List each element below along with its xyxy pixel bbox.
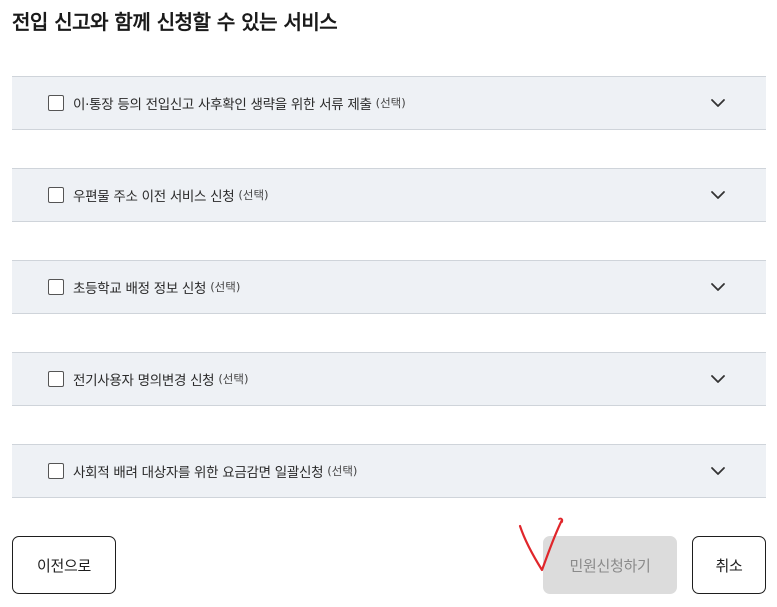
service-item-mail-forwarding[interactable]: 우편물 주소 이전 서비스 신청 (선택) (12, 168, 766, 222)
service-item-label: 이·통장 등의 전입신고 사후확인 생략을 위한 서류 제출 (73, 97, 372, 113)
optional-tag: (선택) (327, 464, 358, 478)
prev-button[interactable]: 이전으로 (12, 536, 116, 594)
optional-tag: (선택) (375, 96, 406, 110)
optional-tag: (선택) (210, 280, 241, 294)
cancel-button[interactable]: 취소 (692, 536, 766, 594)
checkbox[interactable] (48, 187, 64, 203)
service-item-resident-check[interactable]: 이·통장 등의 전입신고 사후확인 생략을 위한 서류 제출 (선택) (12, 76, 766, 130)
chevron-down-icon[interactable] (710, 463, 726, 479)
optional-tag: (선택) (218, 372, 249, 386)
chevron-down-icon[interactable] (710, 371, 726, 387)
service-item-electricity-transfer[interactable]: 전기사용자 명의변경 신청 (선택) (12, 352, 766, 406)
checkbox[interactable] (48, 279, 64, 295)
service-item-school-assignment[interactable]: 초등학교 배정 정보 신청 (선택) (12, 260, 766, 314)
chevron-down-icon[interactable] (710, 95, 726, 111)
service-item-label: 초등학교 배정 정보 신청 (73, 281, 207, 297)
apply-button[interactable]: 민원신청하기 (543, 536, 677, 594)
page-title: 전입 신고와 함께 신청할 수 있는 서비스 (12, 10, 338, 34)
checkbox[interactable] (48, 95, 64, 111)
service-item-label: 우편물 주소 이전 서비스 신청 (73, 189, 235, 205)
checkbox[interactable] (48, 371, 64, 387)
chevron-down-icon[interactable] (710, 279, 726, 295)
service-item-label: 사회적 배려 대상자를 위한 요금감면 일괄신청 (73, 465, 324, 481)
checkbox[interactable] (48, 463, 64, 479)
service-item-fee-reduction[interactable]: 사회적 배려 대상자를 위한 요금감면 일괄신청 (선택) (12, 444, 766, 498)
chevron-down-icon[interactable] (710, 187, 726, 203)
service-item-label: 전기사용자 명의변경 신청 (73, 373, 215, 389)
optional-tag: (선택) (238, 188, 269, 202)
